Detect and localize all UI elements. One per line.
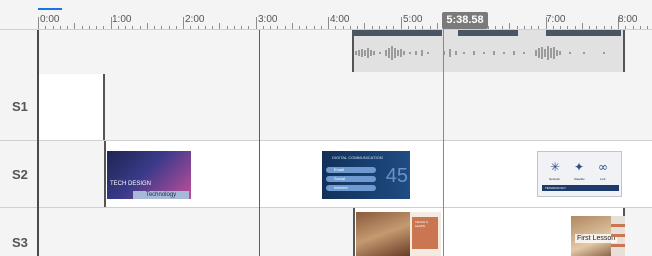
clip-digital-side-text: 45 bbox=[385, 165, 408, 187]
track-label-s2: S2 bbox=[12, 167, 28, 182]
ruler-label-5: 5:00 bbox=[403, 14, 423, 25]
ruler-major-tick bbox=[401, 17, 402, 29]
timeline-start-line bbox=[37, 30, 39, 256]
ruler-label-3: 3:00 bbox=[258, 14, 278, 25]
diagram-footer: TECHNOLOGY bbox=[542, 185, 619, 191]
clip-digital-row-3: Internet bbox=[326, 185, 376, 191]
course-image bbox=[356, 212, 410, 256]
track-lane-s1[interactable]: S1 bbox=[0, 74, 652, 141]
clip-tech-design[interactable]: TECH DESIGN Technology bbox=[107, 151, 191, 199]
ruler-major-tick bbox=[256, 17, 257, 29]
course-panel-text: TEACH & LEARN bbox=[412, 217, 438, 249]
ruler-label-1: 1:00 bbox=[112, 14, 132, 25]
ruler-major-tick bbox=[38, 17, 39, 29]
ruler-label-4: 4:00 bbox=[330, 14, 350, 25]
lesson-side-line bbox=[611, 234, 625, 237]
track-label-s3: S3 bbox=[12, 235, 28, 250]
clip-digital-row-1: Email bbox=[326, 167, 376, 173]
audio-waveform bbox=[355, 46, 605, 60]
track-lane-s3[interactable]: S3 bbox=[0, 208, 652, 256]
clip-digital-heading: DIGITAL COMMUNICATION bbox=[332, 155, 383, 160]
clip-course[interactable]: TEACH & LEARN bbox=[356, 212, 441, 256]
clip-tech-design-subtitle: Technology bbox=[133, 191, 189, 199]
ruler-major-tick bbox=[328, 17, 329, 29]
playhead-time-badge[interactable]: 5:38.58 bbox=[442, 12, 488, 29]
clip-tech-design-caption: TECH DESIGN bbox=[110, 181, 152, 187]
lesson-side-line bbox=[611, 224, 625, 227]
ruler-label-0: 0:00 bbox=[40, 14, 60, 25]
clip-digital-communication[interactable]: DIGITAL COMMUNICATION Email Social Inter… bbox=[322, 151, 410, 199]
clip-digital-row-2: Social bbox=[326, 176, 376, 182]
track-label-s1: S1 bbox=[12, 99, 28, 114]
lesson-side-line bbox=[611, 244, 625, 247]
track-s1-clip[interactable] bbox=[39, 74, 105, 140]
clip-technology-diagram[interactable]: ✳ ✦ ∞ Network Satellite Link TECHNOLOGY bbox=[537, 151, 622, 197]
diagram-label-2: Satellite bbox=[574, 177, 585, 181]
ruler-label-8: 8:00 bbox=[618, 14, 638, 25]
time-marker[interactable] bbox=[259, 30, 260, 256]
ruler-label-2: 2:00 bbox=[185, 14, 205, 25]
diagram-label-1: Network bbox=[549, 177, 561, 181]
satellite-icon: ✦ bbox=[574, 160, 585, 174]
link-icon: ∞ bbox=[598, 160, 608, 174]
clip-first-lesson[interactable]: First Lesson bbox=[571, 216, 625, 256]
audio-clip[interactable] bbox=[352, 30, 625, 72]
playhead-line[interactable] bbox=[443, 25, 444, 256]
network-icon: ✳ bbox=[550, 160, 561, 174]
ruler-label-7: 7:00 bbox=[546, 14, 566, 25]
ruler-major-tick bbox=[183, 17, 184, 29]
diagram-label-3: Link bbox=[600, 177, 606, 181]
